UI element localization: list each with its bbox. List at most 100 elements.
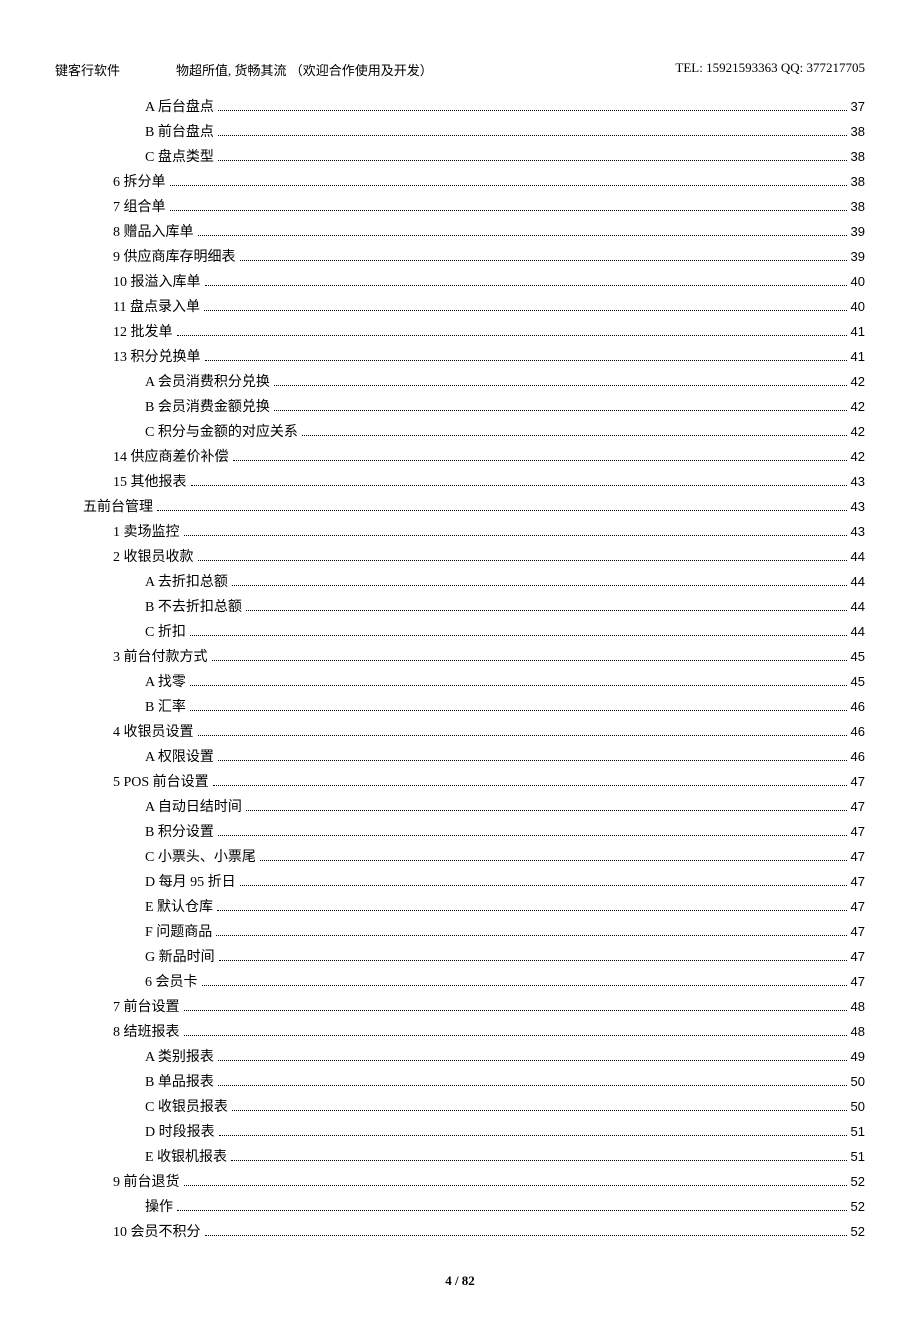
toc-entry[interactable]: E 默认仓库47 (145, 895, 865, 920)
toc-entry[interactable]: 7 组合单38 (113, 195, 865, 220)
toc-entry[interactable]: B 积分设置 47 (145, 820, 865, 845)
toc-entry[interactable]: B 会员消费金额兑换42 (145, 395, 865, 420)
toc-leader-dots (198, 735, 847, 736)
toc-leader-dots (184, 1010, 847, 1011)
toc-leader-dots (218, 160, 847, 161)
toc-entry[interactable]: 15 其他报表43 (113, 470, 865, 495)
toc-entry[interactable]: A 类别报表49 (145, 1045, 865, 1070)
toc-entry[interactable]: F 问题商品47 (145, 920, 865, 945)
toc-title: 9 供应商库存明细表 (113, 246, 236, 270)
toc-entry[interactable]: A 权限设置46 (145, 745, 865, 770)
toc-entry[interactable]: 1 卖场监控43 (113, 520, 865, 545)
toc-leader-dots (184, 1035, 847, 1036)
toc-entry[interactable]: 五前台管理43 (83, 495, 865, 520)
toc-title: 五前台管理 (83, 496, 153, 520)
toc-leader-dots (190, 635, 847, 636)
toc-title: 10 报溢入库单 (113, 271, 201, 295)
toc-page: 52 (851, 1170, 865, 1194)
toc-entry[interactable]: 14 供应商差价补偿42 (113, 445, 865, 470)
toc-page: 38 (851, 145, 865, 169)
toc-entry[interactable]: B 汇率46 (145, 695, 865, 720)
toc-entry[interactable]: 2 收银员收款44 (113, 545, 865, 570)
toc-title: 7 前台设置 (113, 996, 180, 1020)
toc-page: 52 (851, 1195, 865, 1219)
toc-page: 41 (851, 345, 865, 369)
toc-title: 6 拆分单 (113, 171, 166, 195)
toc-entry[interactable]: A 自动日结时间47 (145, 795, 865, 820)
toc-page: 39 (851, 220, 865, 244)
toc-leader-dots (190, 710, 847, 711)
toc-entry[interactable]: 7 前台设置 48 (113, 995, 865, 1020)
toc-entry[interactable]: D 时段报表51 (145, 1120, 865, 1145)
toc-page: 40 (851, 270, 865, 294)
toc-entry[interactable]: E 收银机报表51 (145, 1145, 865, 1170)
toc-entry[interactable]: 5 POS 前台设置47 (113, 770, 865, 795)
toc-entry[interactable]: D 每月 95 折日47 (145, 870, 865, 895)
toc-entry[interactable]: 11 盘点录入单40 (113, 295, 865, 320)
toc-leader-dots (205, 285, 847, 286)
toc-entry[interactable]: C 收银员报表50 (145, 1095, 865, 1120)
toc-leader-dots (246, 610, 847, 611)
page-header: 键客行软件 物超所值, 货畅其流 （欢迎合作使用及开发） TEL: 159215… (55, 60, 865, 79)
toc-entry[interactable]: 8 赠品入库单 39 (113, 220, 865, 245)
toc-page: 47 (851, 945, 865, 969)
toc-page: 47 (851, 770, 865, 794)
toc-entry[interactable]: B 前台盘点38 (145, 120, 865, 145)
toc-entry[interactable]: B 不去折扣总额44 (145, 595, 865, 620)
toc-title: G 新品时间 (145, 946, 215, 970)
toc-entry[interactable]: 8 结班报表48 (113, 1020, 865, 1045)
toc-page: 47 (851, 795, 865, 819)
toc-entry[interactable]: 操作 52 (145, 1195, 865, 1220)
toc-entry[interactable]: C 积分与金额的对应关系42 (145, 420, 865, 445)
toc-entry[interactable]: 6 拆分单38 (113, 170, 865, 195)
toc-page: 41 (851, 320, 865, 344)
toc-entry[interactable]: 4 收银员设置46 (113, 720, 865, 745)
toc-title: 8 赠品入库单 (113, 221, 194, 245)
toc-leader-dots (202, 985, 847, 986)
toc-entry[interactable]: G 新品时间 47 (145, 945, 865, 970)
toc-entry[interactable]: A 后台盘点37 (145, 95, 865, 120)
toc-leader-dots (231, 1160, 846, 1161)
toc-title: B 积分设置 (145, 821, 214, 845)
toc-title: C 折扣 (145, 621, 186, 645)
toc-page: 39 (851, 245, 865, 269)
toc-page: 47 (851, 820, 865, 844)
toc-leader-dots (157, 510, 847, 511)
toc-entry[interactable]: 10 报溢入库单 40 (113, 270, 865, 295)
toc-leader-dots (260, 860, 847, 861)
toc-title: 6 会员卡 (145, 971, 198, 995)
toc-page: 51 (851, 1120, 865, 1144)
toc-entry[interactable]: A 会员消费积分兑换42 (145, 370, 865, 395)
toc-entry[interactable]: C 折扣44 (145, 620, 865, 645)
toc-entry[interactable]: A 去折扣总额44 (145, 570, 865, 595)
toc-leader-dots (240, 260, 847, 261)
toc-entry[interactable]: B 单品报表50 (145, 1070, 865, 1095)
toc-page: 48 (851, 995, 865, 1019)
toc-entry[interactable]: 13 积分兑换单 41 (113, 345, 865, 370)
toc-entry[interactable]: 12 批发单41 (113, 320, 865, 345)
toc-page: 43 (851, 470, 865, 494)
toc-leader-dots (170, 210, 847, 211)
toc-title: 操作 (145, 1196, 173, 1220)
toc-title: 11 盘点录入单 (113, 296, 200, 320)
toc-entry[interactable]: 9 供应商库存明细表 39 (113, 245, 865, 270)
toc-leader-dots (233, 460, 847, 461)
toc-page: 47 (851, 870, 865, 894)
toc-entry[interactable]: A 找零45 (145, 670, 865, 695)
toc-entry[interactable]: C 盘点类型38 (145, 145, 865, 170)
toc-leader-dots (246, 810, 847, 811)
toc-entry[interactable]: 10 会员不积分52 (113, 1220, 865, 1245)
toc-entry[interactable]: C 小票头、小票尾47 (145, 845, 865, 870)
toc-page: 45 (851, 645, 865, 669)
toc-title: 1 卖场监控 (113, 521, 180, 545)
toc-page: 44 (851, 595, 865, 619)
toc-entry[interactable]: 9 前台退货52 (113, 1170, 865, 1195)
toc-title: 13 积分兑换单 (113, 346, 201, 370)
toc-leader-dots (205, 1235, 847, 1236)
toc-entry[interactable]: 6 会员卡47 (145, 970, 865, 995)
toc-leader-dots (217, 910, 846, 911)
toc-page: 46 (851, 745, 865, 769)
toc-entry[interactable]: 3 前台付款方式45 (113, 645, 865, 670)
toc-leader-dots (218, 1085, 847, 1086)
toc-leader-dots (184, 535, 847, 536)
